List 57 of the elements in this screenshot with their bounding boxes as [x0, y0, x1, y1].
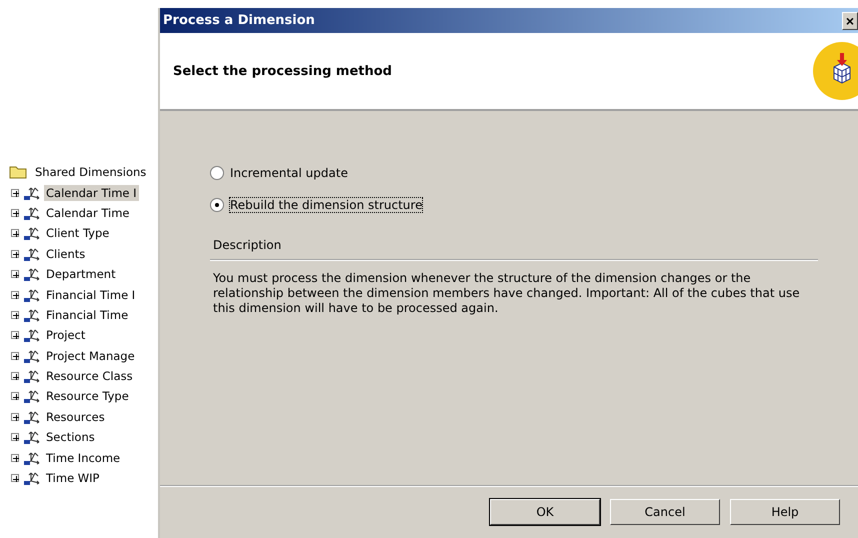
expand-toggle[interactable] — [11, 290, 19, 299]
section-label: Description — [210, 238, 818, 260]
expand-toggle[interactable] — [11, 412, 19, 421]
description-text: You must process the dimension whenever the structure of the dimension changes or the relationship between the dimension members have changed. Important: All of the cubes that use this dimension will have to be processed again. — [212, 271, 801, 316]
expand-toggle[interactable] — [11, 433, 19, 442]
tree-item[interactable]: Resources — [44, 408, 107, 425]
radio-option[interactable]: Incremental update — [210, 166, 818, 180]
dimension-icon — [22, 368, 42, 384]
expand-toggle[interactable] — [11, 392, 19, 400]
expand-toggle[interactable] — [11, 474, 19, 482]
dimension-icon — [22, 327, 42, 344]
tree-item[interactable]: Project — [44, 327, 88, 344]
radio-option[interactable]: Rebuild the dimension structure — [210, 198, 818, 212]
dimension-icon — [22, 429, 42, 446]
dimension-icon — [22, 470, 42, 486]
tree-item[interactable]: Clients — [44, 246, 88, 262]
window-title: Process a Dimension — [163, 13, 315, 28]
dimension-icon — [22, 225, 42, 242]
tree-item[interactable]: Financial Time — [44, 306, 130, 323]
expand-toggle[interactable] — [11, 352, 19, 360]
tree-item[interactable]: Resource Class — [44, 368, 135, 384]
tree-item[interactable]: Time WIP — [44, 470, 102, 486]
dimension-icon — [22, 204, 42, 221]
expand-toggle[interactable] — [11, 188, 19, 197]
dimension-icon — [22, 266, 42, 282]
tree-item[interactable]: Department — [44, 266, 118, 282]
dimension-icon — [22, 450, 42, 466]
tree-item[interactable]: Time Income — [44, 450, 122, 466]
header-title: Select the processing method — [173, 64, 392, 78]
tree-item[interactable]: Calendar Time — [44, 204, 132, 221]
ok-button[interactable]: OK — [490, 499, 600, 525]
dimension-icon — [22, 388, 42, 404]
dimension-icon — [22, 408, 42, 425]
tree-item[interactable]: Calendar Time I — [44, 184, 139, 201]
expand-toggle[interactable] — [11, 310, 19, 319]
expand-toggle[interactable] — [11, 250, 19, 258]
dimension-icon — [22, 348, 42, 364]
expand-toggle[interactable] — [11, 372, 19, 380]
cancel-button[interactable]: Cancel — [610, 499, 720, 525]
expand-toggle[interactable] — [11, 208, 19, 217]
dimension-icon — [22, 286, 42, 303]
folder-icon — [9, 165, 27, 180]
tree-item[interactable]: Financial Time I — [44, 286, 138, 303]
expand-toggle[interactable] — [11, 229, 19, 238]
tree-item[interactable]: Client Type — [44, 225, 112, 242]
expand-toggle[interactable] — [11, 270, 19, 278]
tree-item[interactable]: Project Manage — [44, 348, 137, 364]
tree-item[interactable]: Shared Dimensions — [33, 164, 148, 180]
dimension-icon — [22, 246, 42, 262]
expand-toggle[interactable] — [11, 454, 19, 462]
close-button[interactable]: × — [842, 12, 858, 30]
dimension-icon — [22, 184, 42, 201]
help-button[interactable]: Help — [730, 499, 840, 525]
tree-item[interactable]: Resource Type — [44, 388, 131, 404]
tree-item[interactable]: Sections — [44, 429, 97, 446]
expand-toggle[interactable] — [11, 331, 19, 340]
dimension-icon — [22, 306, 42, 323]
